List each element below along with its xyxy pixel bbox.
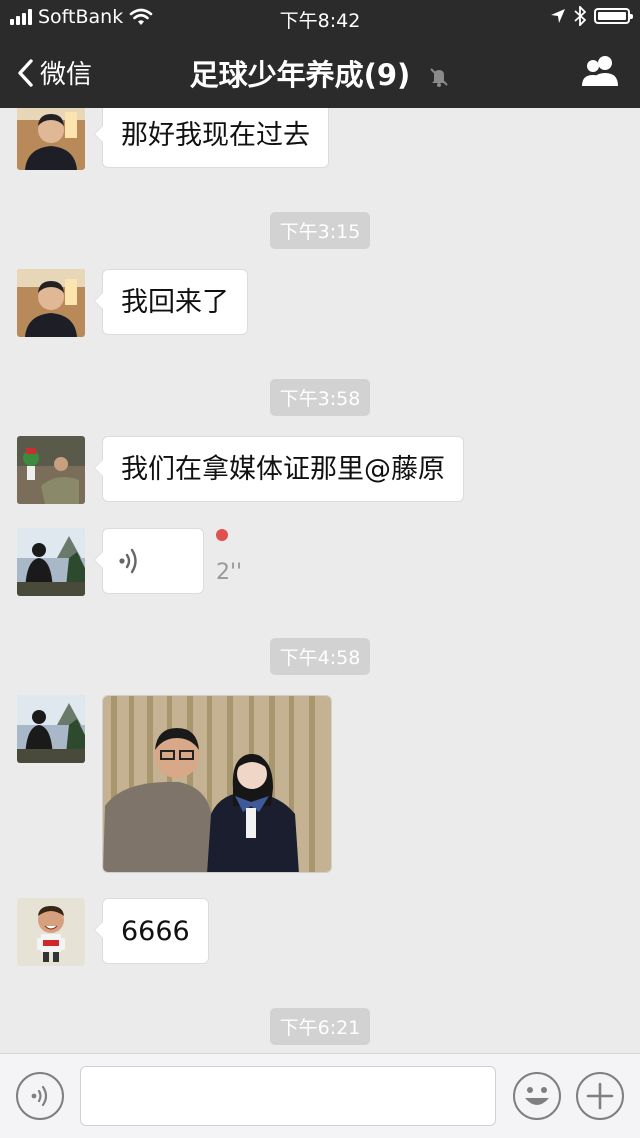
avatar[interactable] [17,269,85,337]
message-row [17,695,332,873]
input-bar [0,1053,640,1138]
timestamp-label: 下午3:15 [269,212,371,249]
timestamp: 下午6:21 [0,1008,640,1045]
chat-title: 足球少年养成(9) [189,58,411,92]
group-info-button[interactable] [580,54,620,92]
avatar[interactable] [17,695,85,763]
mute-bell-icon [430,68,449,87]
timestamp: 下午3:15 [0,212,640,249]
message-bubble[interactable]: 我回来了 [94,269,248,335]
more-button[interactable] [576,1072,624,1120]
timestamp: 下午3:58 [0,379,640,416]
voice-message-bubble[interactable] [94,528,204,594]
voice-wave-icon [119,548,137,574]
message-input[interactable] [80,1066,496,1126]
status-bar: SoftBank 下午8:42 [0,0,640,36]
message-row: 那好我现在过去 [17,108,329,170]
plus-icon [586,1082,614,1110]
avatar[interactable] [17,898,85,966]
avatar[interactable] [17,108,85,170]
message-bubble[interactable]: 6666 [94,898,209,964]
timestamp: 下午4:58 [0,638,640,675]
timestamp-label: 下午3:58 [269,379,371,416]
avatar[interactable] [17,436,85,504]
voice-duration: 2'' [216,560,243,585]
message-row: 6666 [17,898,209,966]
message-row: 我们在拿媒体证那里@藤原 [17,436,464,504]
avatar[interactable] [17,528,85,596]
timestamp-label: 下午6:21 [269,1008,371,1045]
message-row [17,528,204,596]
voice-input-button[interactable] [16,1072,64,1120]
location-arrow-icon [551,9,565,23]
message-bubble[interactable]: 那好我现在过去 [94,108,329,168]
status-time: 下午8:42 [279,10,361,32]
nav-bar: 微信 足球少年养成(9) [0,36,640,108]
timestamp-label: 下午4:58 [269,638,371,675]
people-icon [582,56,618,86]
bluetooth-icon [574,6,586,26]
battery-icon [594,8,633,24]
image-message[interactable] [102,695,332,873]
message-row: 我回来了 [17,269,248,337]
smiley-icon [525,1087,549,1105]
unread-dot [216,529,228,541]
chat-title-wrap: 足球少年养成(9) [0,52,640,94]
chat-history[interactable]: 那好我现在过去 下午3:15 我回来了 下午3:58 我们在拿媒体证那里@藤原 … [0,108,640,1053]
voice-wave-icon [31,1085,48,1107]
emoji-button[interactable] [513,1072,561,1120]
message-bubble[interactable]: 我们在拿媒体证那里@藤原 [94,436,464,502]
